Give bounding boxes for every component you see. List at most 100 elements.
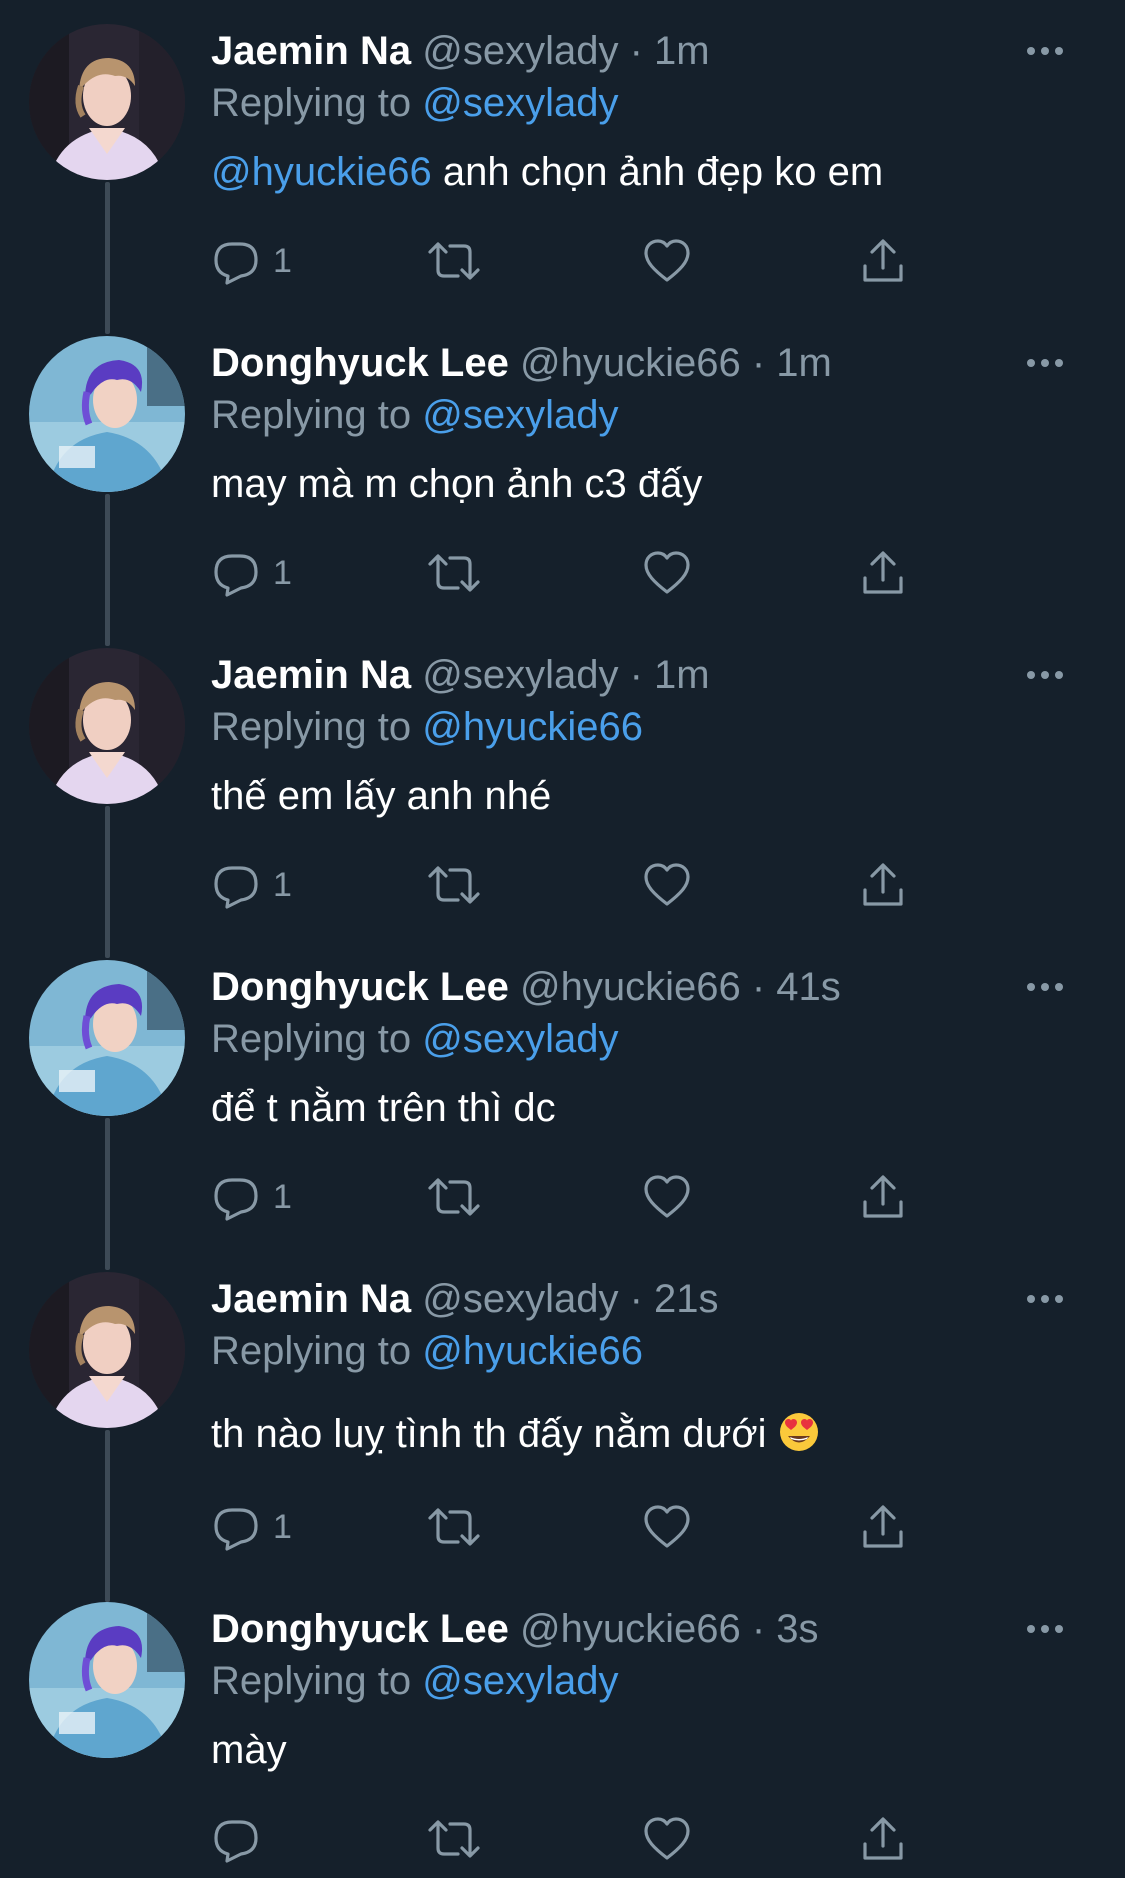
separator-dot: · — [629, 1277, 643, 1321]
like-button[interactable] — [642, 860, 702, 910]
separator-dot: · — [751, 341, 766, 385]
tweet-text: @hyuckie66 anh chọn ảnh đẹp ko em — [211, 146, 883, 198]
reply-button[interactable]: 1 — [211, 1172, 331, 1222]
share-icon — [863, 1505, 903, 1548]
tweet[interactable]: Donghyuck Lee @hyuckie66 · 41s Replying … — [0, 936, 1125, 1248]
avatar[interactable] — [29, 960, 185, 1116]
retweet-button[interactable] — [426, 548, 486, 598]
more-options-button[interactable] — [1020, 962, 1070, 1012]
reply-button[interactable]: 1 — [211, 548, 331, 598]
display-name[interactable]: Donghyuck Lee — [211, 1607, 509, 1651]
avatar[interactable] — [29, 24, 185, 180]
tweet[interactable]: Jaemin Na @sexylady · 1m Replying to @se… — [0, 0, 1125, 312]
user-handle[interactable]: @hyuckie66 — [520, 1607, 741, 1651]
display-name[interactable]: Donghyuck Lee — [211, 965, 509, 1009]
reply-icon — [214, 1508, 258, 1551]
tweet[interactable]: Donghyuck Lee @hyuckie66 · 3s Replying t… — [0, 1578, 1125, 1878]
more-options-button[interactable] — [1020, 1274, 1070, 1324]
replying-to-line: Replying to @sexylady — [211, 390, 618, 440]
share-button[interactable] — [858, 236, 918, 286]
like-button[interactable] — [642, 236, 702, 286]
share-button[interactable] — [858, 548, 918, 598]
replying-to-label: Replying to — [211, 1017, 412, 1061]
replying-to-line: Replying to @hyuckie66 — [211, 1326, 643, 1376]
reply-button[interactable]: 1 — [211, 236, 331, 286]
separator-dot: · — [629, 653, 643, 697]
share-icon — [863, 551, 903, 594]
more-options-button[interactable] — [1020, 338, 1070, 388]
like-button[interactable] — [642, 548, 702, 598]
replying-to-label: Replying to — [211, 81, 412, 125]
display-name[interactable]: Jaemin Na — [211, 1277, 411, 1321]
tweet[interactable]: Donghyuck Lee @hyuckie66 · 1m Replying t… — [0, 312, 1125, 624]
avatar[interactable] — [29, 336, 185, 492]
retweet-button[interactable] — [426, 236, 486, 286]
more-options-button[interactable] — [1020, 1604, 1070, 1654]
body-text: mày — [211, 1728, 287, 1772]
tweet-text: th nào luỵ tình th đấy nằm dưới — [211, 1408, 820, 1460]
more-options-button[interactable] — [1020, 26, 1070, 76]
avatar[interactable] — [29, 1272, 185, 1428]
user-handle[interactable]: @sexylady — [422, 1277, 618, 1321]
tweet-header: Donghyuck Lee @hyuckie66 · 1m — [211, 338, 832, 388]
heart-icon — [644, 551, 690, 594]
user-handle[interactable]: @hyuckie66 — [520, 965, 741, 1009]
like-button[interactable] — [642, 1814, 702, 1864]
retweet-button[interactable] — [426, 1172, 486, 1222]
tweet[interactable]: Jaemin Na @sexylady · 21s Replying to @h… — [0, 1248, 1125, 1578]
avatar[interactable] — [29, 648, 185, 804]
more-icon — [1027, 983, 1063, 991]
tweet-header: Donghyuck Lee @hyuckie66 · 41s — [211, 962, 841, 1012]
retweet-button[interactable] — [426, 1814, 486, 1864]
heart-icon — [644, 239, 690, 282]
body-text: để t nằm trên thì dc — [211, 1086, 556, 1130]
reply-button[interactable]: 1 — [211, 860, 331, 910]
heart-icon — [644, 1817, 690, 1860]
retweet-icon — [428, 1508, 480, 1546]
avatar[interactable] — [29, 1602, 185, 1758]
replying-to-mention[interactable]: @hyuckie66 — [422, 705, 643, 749]
tweet[interactable]: Jaemin Na @sexylady · 1m Replying to @hy… — [0, 624, 1125, 936]
body-mention[interactable]: @hyuckie66 — [211, 150, 432, 194]
user-handle[interactable]: @sexylady — [422, 29, 618, 73]
timestamp[interactable]: 1m — [654, 29, 710, 73]
heart-icon — [644, 1505, 690, 1548]
tweet-text: thế em lấy anh nhé — [211, 770, 551, 822]
timestamp[interactable]: 1m — [654, 653, 710, 697]
conversation-thread: Jaemin Na @sexylady · 1m Replying to @se… — [0, 0, 1125, 1878]
reply-count: 1 — [273, 1508, 292, 1546]
share-button[interactable] — [858, 1502, 918, 1552]
like-button[interactable] — [642, 1502, 702, 1552]
like-button[interactable] — [642, 1172, 702, 1222]
user-handle[interactable]: @hyuckie66 — [520, 341, 741, 385]
reply-count: 1 — [273, 866, 292, 904]
timestamp[interactable]: 41s — [776, 965, 841, 1009]
replying-to-mention[interactable]: @sexylady — [422, 1659, 618, 1703]
timestamp[interactable]: 3s — [776, 1607, 818, 1651]
reply-button[interactable] — [211, 1814, 331, 1864]
replying-to-mention[interactable]: @hyuckie66 — [422, 1329, 643, 1373]
share-button[interactable] — [858, 1172, 918, 1222]
share-button[interactable] — [858, 860, 918, 910]
display-name[interactable]: Jaemin Na — [211, 29, 411, 73]
timestamp[interactable]: 1m — [776, 341, 832, 385]
user-handle[interactable]: @sexylady — [422, 653, 618, 697]
retweet-button[interactable] — [426, 860, 486, 910]
more-options-button[interactable] — [1020, 650, 1070, 700]
tweet-header: Donghyuck Lee @hyuckie66 · 3s — [211, 1604, 819, 1654]
retweet-button[interactable] — [426, 1502, 486, 1552]
replying-to-mention[interactable]: @sexylady — [422, 1017, 618, 1061]
replying-to-mention[interactable]: @sexylady — [422, 81, 618, 125]
tweet-text: mày — [211, 1724, 287, 1776]
reply-icon — [214, 1178, 258, 1221]
timestamp[interactable]: 21s — [654, 1277, 719, 1321]
replying-to-line: Replying to @sexylady — [211, 78, 618, 128]
display-name[interactable]: Donghyuck Lee — [211, 341, 509, 385]
separator-dot: · — [751, 965, 766, 1009]
share-button[interactable] — [858, 1814, 918, 1864]
display-name[interactable]: Jaemin Na — [211, 653, 411, 697]
reply-icon — [214, 554, 258, 597]
share-icon — [863, 1175, 903, 1218]
replying-to-mention[interactable]: @sexylady — [422, 393, 618, 437]
reply-button[interactable]: 1 — [211, 1502, 331, 1552]
